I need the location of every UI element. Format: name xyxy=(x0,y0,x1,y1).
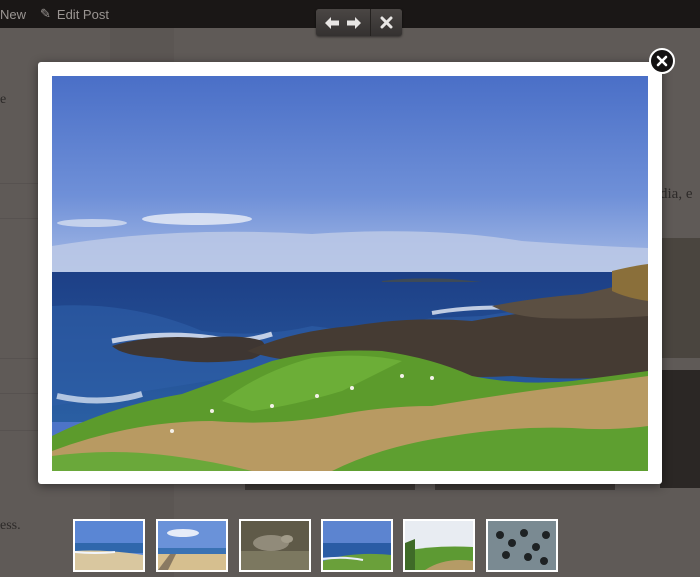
coastal-landscape-image xyxy=(52,76,648,471)
background-text: dia, e xyxy=(660,186,693,202)
thumbnail-boardwalk[interactable] xyxy=(156,519,228,572)
pencil-icon: ✎ xyxy=(40,6,51,21)
hillside-thumbnail-image xyxy=(405,521,473,570)
background-image xyxy=(660,370,700,488)
thumbnail-beach[interactable] xyxy=(73,519,145,572)
background-text: e xyxy=(0,92,7,107)
thumbnail-hillside[interactable] xyxy=(403,519,475,572)
lightbox-photo xyxy=(52,76,648,471)
boardwalk-thumbnail-image xyxy=(158,521,226,570)
background-text: ess. xyxy=(0,518,21,533)
coastline-thumbnail-image xyxy=(323,521,391,570)
toolbar-close-button[interactable] xyxy=(371,9,402,36)
penguins-thumbnail-image xyxy=(488,521,556,570)
seal-thumbnail-image xyxy=(241,521,309,570)
background-image-strip xyxy=(435,484,615,490)
thumbnail-coastline[interactable] xyxy=(321,519,393,572)
arrow-left-icon[interactable] xyxy=(324,16,340,30)
lightbox-frame xyxy=(38,62,662,484)
background-image xyxy=(660,238,700,358)
edit-post-link[interactable]: ✎ Edit Post xyxy=(40,6,109,22)
edit-post-label: Edit Post xyxy=(56,6,109,22)
navigate-button[interactable] xyxy=(316,9,371,36)
background-image-strip xyxy=(245,484,415,490)
lightbox-toolbar xyxy=(316,9,402,36)
lightbox-close-button[interactable] xyxy=(649,48,675,74)
thumbnail-seal[interactable] xyxy=(239,519,311,572)
new-menu-item[interactable]: New xyxy=(0,7,26,22)
x-icon xyxy=(380,16,393,29)
close-circle-icon xyxy=(656,55,668,67)
thumbnail-penguins[interactable] xyxy=(486,519,558,572)
beach-thumbnail-image xyxy=(75,521,143,570)
arrow-right-icon[interactable] xyxy=(346,16,362,30)
